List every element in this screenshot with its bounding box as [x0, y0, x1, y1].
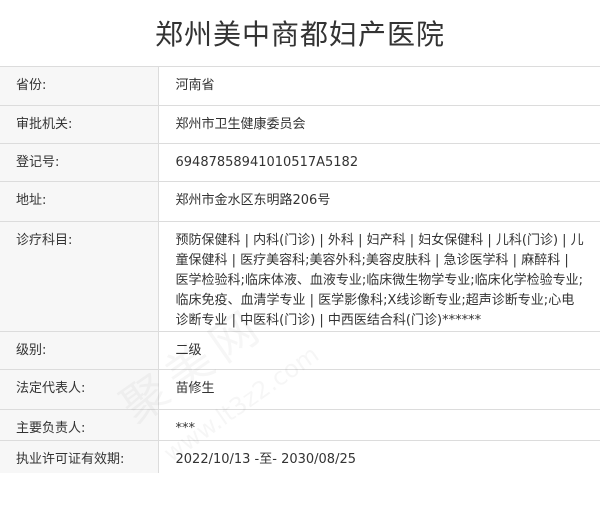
row-value: 二级 [158, 331, 600, 370]
row-value: 河南省 [158, 67, 600, 106]
row-label: 法定代表人: [0, 369, 159, 410]
row-value: 2022/10/13 -至- 2030/08/25 [175, 451, 357, 467]
row-label: 地址: [0, 181, 159, 222]
table-row-departments: 诊疗科目: 预防保健科 | 内科(门诊) | 外科 | 妇产科 | 妇女保健科 … [0, 221, 600, 332]
row-value: 苗修生 [158, 369, 600, 410]
table-row-address: 地址: 郑州市金水区东明路206号 [0, 181, 600, 222]
table-row-principal: 主要负责人: *** [0, 409, 600, 441]
row-value: 郑州市卫生健康委员会 [158, 105, 600, 144]
row-label: 审批机关: [0, 105, 159, 144]
table-row-level: 级别: 二级 [0, 331, 600, 370]
table-row-registration-number: 登记号: 69487858941010517A5182 [0, 143, 600, 182]
row-value: 69487858941010517A5182 [158, 143, 600, 182]
row-label: 省份: [0, 67, 159, 106]
page-title: 郑州美中商都妇产医院 [0, 0, 600, 67]
hospital-info-table: 省份: 河南省 审批机关: 郑州市卫生健康委员会 登记号: 6948785894… [0, 67, 600, 473]
row-value: 郑州市金水区东明路206号 [158, 181, 600, 222]
row-value: *** [158, 409, 600, 441]
table-row-license-validity: 执业许可证有效期: 2022/10/13 -至- 2030/08/25 [0, 440, 600, 473]
row-label: 级别: [0, 331, 159, 370]
row-value: 预防保健科 | 内科(门诊) | 外科 | 妇产科 | 妇女保健科 | 儿科(门… [158, 221, 600, 332]
table-row-province: 省份: 河南省 [0, 67, 600, 106]
row-label: 诊疗科目: [0, 221, 159, 332]
row-label: 主要负责人: [0, 409, 159, 441]
row-label: 登记号: [0, 143, 159, 182]
table-row-approval-authority: 审批机关: 郑州市卫生健康委员会 [0, 105, 600, 144]
table-row-legal-representative: 法定代表人: 苗修生 [0, 369, 600, 410]
row-label: 执业许可证有效期: [0, 440, 159, 473]
